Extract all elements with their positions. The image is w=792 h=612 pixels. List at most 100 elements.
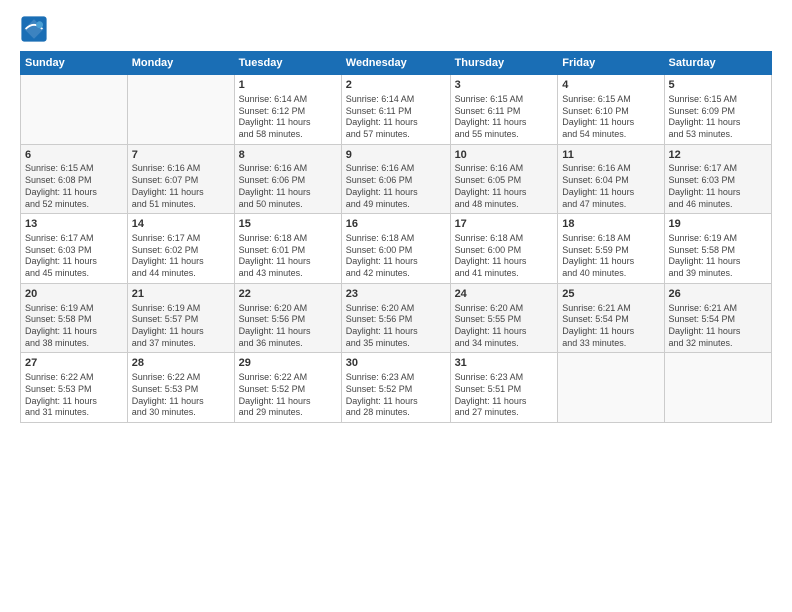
calendar-day-17: 17Sunrise: 6:18 AM Sunset: 6:00 PM Dayli…: [450, 214, 558, 284]
day-number: 7: [132, 148, 230, 163]
calendar-body: 1Sunrise: 6:14 AM Sunset: 6:12 PM Daylig…: [21, 75, 772, 423]
day-number: 9: [346, 148, 446, 163]
calendar-day-23: 23Sunrise: 6:20 AM Sunset: 5:56 PM Dayli…: [341, 283, 450, 353]
calendar-week-3: 13Sunrise: 6:17 AM Sunset: 6:03 PM Dayli…: [21, 214, 772, 284]
calendar-day-28: 28Sunrise: 6:22 AM Sunset: 5:53 PM Dayli…: [127, 353, 234, 423]
day-info: Sunrise: 6:23 AM Sunset: 5:51 PM Dayligh…: [455, 372, 554, 419]
day-info: Sunrise: 6:16 AM Sunset: 6:06 PM Dayligh…: [239, 163, 337, 210]
calendar-day-21: 21Sunrise: 6:19 AM Sunset: 5:57 PM Dayli…: [127, 283, 234, 353]
day-info: Sunrise: 6:18 AM Sunset: 6:00 PM Dayligh…: [346, 233, 446, 280]
calendar-day-5: 5Sunrise: 6:15 AM Sunset: 6:09 PM Daylig…: [664, 75, 771, 145]
empty-cell: [664, 353, 771, 423]
day-info: Sunrise: 6:22 AM Sunset: 5:53 PM Dayligh…: [132, 372, 230, 419]
calendar-day-6: 6Sunrise: 6:15 AM Sunset: 6:08 PM Daylig…: [21, 144, 128, 214]
calendar-day-18: 18Sunrise: 6:18 AM Sunset: 5:59 PM Dayli…: [558, 214, 664, 284]
day-info: Sunrise: 6:15 AM Sunset: 6:11 PM Dayligh…: [455, 94, 554, 141]
day-info: Sunrise: 6:20 AM Sunset: 5:56 PM Dayligh…: [239, 303, 337, 350]
day-info: Sunrise: 6:18 AM Sunset: 5:59 PM Dayligh…: [562, 233, 659, 280]
calendar-day-4: 4Sunrise: 6:15 AM Sunset: 6:10 PM Daylig…: [558, 75, 664, 145]
calendar-day-7: 7Sunrise: 6:16 AM Sunset: 6:07 PM Daylig…: [127, 144, 234, 214]
weekday-header-row: SundayMondayTuesdayWednesdayThursdayFrid…: [21, 52, 772, 75]
calendar-day-27: 27Sunrise: 6:22 AM Sunset: 5:53 PM Dayli…: [21, 353, 128, 423]
day-number: 20: [25, 287, 123, 302]
calendar-day-15: 15Sunrise: 6:18 AM Sunset: 6:01 PM Dayli…: [234, 214, 341, 284]
day-info: Sunrise: 6:16 AM Sunset: 6:05 PM Dayligh…: [455, 163, 554, 210]
day-number: 31: [455, 356, 554, 371]
day-number: 5: [669, 78, 767, 93]
day-info: Sunrise: 6:16 AM Sunset: 6:06 PM Dayligh…: [346, 163, 446, 210]
day-number: 12: [669, 148, 767, 163]
calendar-day-19: 19Sunrise: 6:19 AM Sunset: 5:58 PM Dayli…: [664, 214, 771, 284]
day-info: Sunrise: 6:15 AM Sunset: 6:10 PM Dayligh…: [562, 94, 659, 141]
page-header: [20, 15, 772, 43]
calendar-day-12: 12Sunrise: 6:17 AM Sunset: 6:03 PM Dayli…: [664, 144, 771, 214]
weekday-wednesday: Wednesday: [341, 52, 450, 75]
calendar-day-29: 29Sunrise: 6:22 AM Sunset: 5:52 PM Dayli…: [234, 353, 341, 423]
calendar-day-13: 13Sunrise: 6:17 AM Sunset: 6:03 PM Dayli…: [21, 214, 128, 284]
calendar-table: SundayMondayTuesdayWednesdayThursdayFrid…: [20, 51, 772, 423]
calendar-header: SundayMondayTuesdayWednesdayThursdayFrid…: [21, 52, 772, 75]
calendar-day-20: 20Sunrise: 6:19 AM Sunset: 5:58 PM Dayli…: [21, 283, 128, 353]
calendar-week-2: 6Sunrise: 6:15 AM Sunset: 6:08 PM Daylig…: [21, 144, 772, 214]
day-info: Sunrise: 6:22 AM Sunset: 5:53 PM Dayligh…: [25, 372, 123, 419]
day-number: 27: [25, 356, 123, 371]
calendar-day-14: 14Sunrise: 6:17 AM Sunset: 6:02 PM Dayli…: [127, 214, 234, 284]
day-number: 3: [455, 78, 554, 93]
day-number: 22: [239, 287, 337, 302]
day-number: 29: [239, 356, 337, 371]
weekday-saturday: Saturday: [664, 52, 771, 75]
calendar-week-1: 1Sunrise: 6:14 AM Sunset: 6:12 PM Daylig…: [21, 75, 772, 145]
day-number: 24: [455, 287, 554, 302]
day-info: Sunrise: 6:15 AM Sunset: 6:08 PM Dayligh…: [25, 163, 123, 210]
calendar-day-26: 26Sunrise: 6:21 AM Sunset: 5:54 PM Dayli…: [664, 283, 771, 353]
day-info: Sunrise: 6:19 AM Sunset: 5:58 PM Dayligh…: [25, 303, 123, 350]
day-number: 8: [239, 148, 337, 163]
calendar-day-9: 9Sunrise: 6:16 AM Sunset: 6:06 PM Daylig…: [341, 144, 450, 214]
day-number: 4: [562, 78, 659, 93]
day-number: 21: [132, 287, 230, 302]
empty-cell: [127, 75, 234, 145]
day-info: Sunrise: 6:17 AM Sunset: 6:03 PM Dayligh…: [25, 233, 123, 280]
calendar-day-10: 10Sunrise: 6:16 AM Sunset: 6:05 PM Dayli…: [450, 144, 558, 214]
day-info: Sunrise: 6:19 AM Sunset: 5:57 PM Dayligh…: [132, 303, 230, 350]
day-info: Sunrise: 6:17 AM Sunset: 6:02 PM Dayligh…: [132, 233, 230, 280]
day-info: Sunrise: 6:17 AM Sunset: 6:03 PM Dayligh…: [669, 163, 767, 210]
calendar-day-22: 22Sunrise: 6:20 AM Sunset: 5:56 PM Dayli…: [234, 283, 341, 353]
day-info: Sunrise: 6:21 AM Sunset: 5:54 PM Dayligh…: [669, 303, 767, 350]
day-number: 13: [25, 217, 123, 232]
calendar-day-2: 2Sunrise: 6:14 AM Sunset: 6:11 PM Daylig…: [341, 75, 450, 145]
logo: [20, 15, 52, 43]
calendar-day-1: 1Sunrise: 6:14 AM Sunset: 6:12 PM Daylig…: [234, 75, 341, 145]
day-info: Sunrise: 6:16 AM Sunset: 6:04 PM Dayligh…: [562, 163, 659, 210]
calendar-week-4: 20Sunrise: 6:19 AM Sunset: 5:58 PM Dayli…: [21, 283, 772, 353]
day-number: 16: [346, 217, 446, 232]
day-number: 14: [132, 217, 230, 232]
day-info: Sunrise: 6:16 AM Sunset: 6:07 PM Dayligh…: [132, 163, 230, 210]
day-info: Sunrise: 6:14 AM Sunset: 6:11 PM Dayligh…: [346, 94, 446, 141]
calendar-day-31: 31Sunrise: 6:23 AM Sunset: 5:51 PM Dayli…: [450, 353, 558, 423]
calendar-day-3: 3Sunrise: 6:15 AM Sunset: 6:11 PM Daylig…: [450, 75, 558, 145]
calendar-day-16: 16Sunrise: 6:18 AM Sunset: 6:00 PM Dayli…: [341, 214, 450, 284]
logo-icon: [20, 15, 48, 43]
day-info: Sunrise: 6:22 AM Sunset: 5:52 PM Dayligh…: [239, 372, 337, 419]
day-number: 10: [455, 148, 554, 163]
day-number: 6: [25, 148, 123, 163]
weekday-sunday: Sunday: [21, 52, 128, 75]
calendar-day-11: 11Sunrise: 6:16 AM Sunset: 6:04 PM Dayli…: [558, 144, 664, 214]
calendar-page: SundayMondayTuesdayWednesdayThursdayFrid…: [0, 0, 792, 612]
day-number: 1: [239, 78, 337, 93]
day-number: 15: [239, 217, 337, 232]
day-info: Sunrise: 6:21 AM Sunset: 5:54 PM Dayligh…: [562, 303, 659, 350]
day-info: Sunrise: 6:23 AM Sunset: 5:52 PM Dayligh…: [346, 372, 446, 419]
day-info: Sunrise: 6:18 AM Sunset: 6:01 PM Dayligh…: [239, 233, 337, 280]
day-info: Sunrise: 6:20 AM Sunset: 5:56 PM Dayligh…: [346, 303, 446, 350]
day-number: 2: [346, 78, 446, 93]
calendar-day-30: 30Sunrise: 6:23 AM Sunset: 5:52 PM Dayli…: [341, 353, 450, 423]
empty-cell: [21, 75, 128, 145]
day-number: 28: [132, 356, 230, 371]
day-info: Sunrise: 6:18 AM Sunset: 6:00 PM Dayligh…: [455, 233, 554, 280]
calendar-day-24: 24Sunrise: 6:20 AM Sunset: 5:55 PM Dayli…: [450, 283, 558, 353]
empty-cell: [558, 353, 664, 423]
weekday-friday: Friday: [558, 52, 664, 75]
weekday-tuesday: Tuesday: [234, 52, 341, 75]
